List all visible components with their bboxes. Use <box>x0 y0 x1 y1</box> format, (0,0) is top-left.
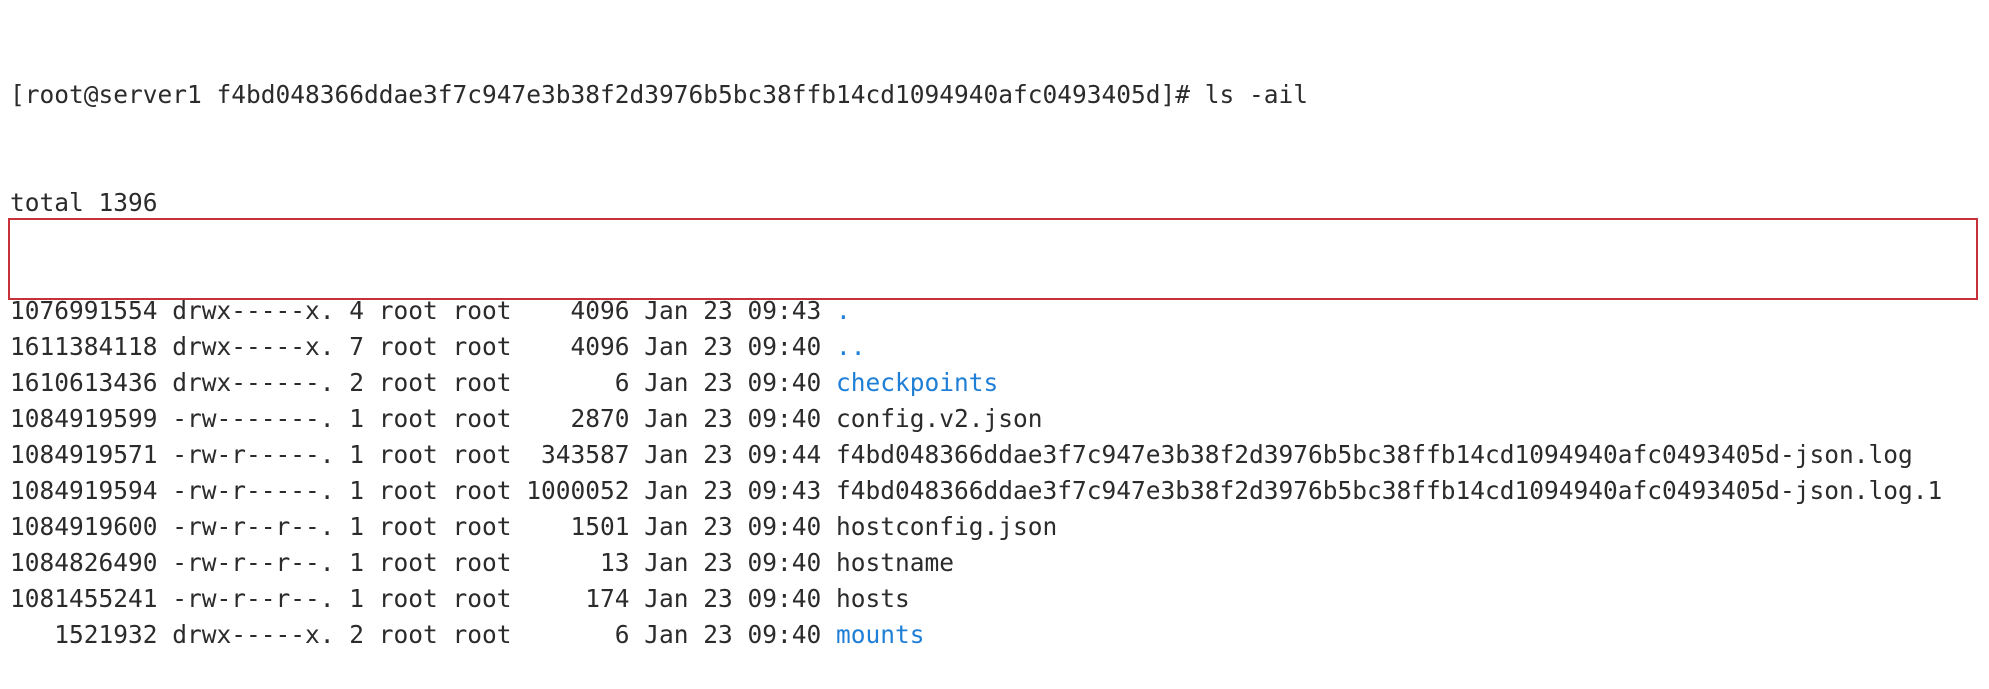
file-listing-row: 1611384118 drwx-----x. 7 root root 4096 … <box>10 329 1985 365</box>
file-metadata: 1076991554 drwx-----x. 4 root root 4096 … <box>10 296 837 325</box>
file-name: f4bd048366ddae3f7c947e3b38f2d3976b5bc38f… <box>836 440 1913 469</box>
file-listing-row: 1084919571 -rw-r-----. 1 root root 34358… <box>10 437 1985 473</box>
file-listing-row: 1076991554 drwx-----x. 4 root root 4096 … <box>10 293 1985 329</box>
file-metadata: 1084826490 -rw-r--r--. 1 root root 13 Ja… <box>10 548 837 577</box>
file-metadata: 1521932 drwx-----x. 2 root root 6 Jan 23… <box>10 620 837 649</box>
file-metadata: 1084919600 -rw-r--r--. 1 root root 1501 … <box>10 512 837 541</box>
command-prompt-line: [root@server1 f4bd048366ddae3f7c947e3b38… <box>10 80 1309 109</box>
file-name: hosts <box>836 584 910 613</box>
file-listing-row: 1084919599 -rw-------. 1 root root 2870 … <box>10 401 1985 437</box>
terminal-output: [root@server1 f4bd048366ddae3f7c947e3b38… <box>10 5 1985 689</box>
file-listing-row: 1084919594 -rw-r-----. 1 root root 10000… <box>10 473 1985 509</box>
directory-name: . <box>836 296 851 325</box>
file-metadata: 1081455241 -rw-r--r--. 1 root root 174 J… <box>10 584 837 613</box>
file-listing-row: 1084826490 -rw-r--r--. 1 root root 13 Ja… <box>10 545 1985 581</box>
file-name: f4bd048366ddae3f7c947e3b38f2d3976b5bc38f… <box>836 476 1943 505</box>
directory-name: .. <box>836 332 866 361</box>
directory-name: checkpoints <box>836 368 999 397</box>
file-name: hostconfig.json <box>836 512 1058 541</box>
directory-name: mounts <box>836 620 925 649</box>
file-listing-row: 1610613436 drwx------. 2 root root 6 Jan… <box>10 365 1985 401</box>
file-name: hostname <box>836 548 955 577</box>
file-metadata: 1084919599 -rw-------. 1 root root 2870 … <box>10 404 837 433</box>
file-metadata: 1084919594 -rw-r-----. 1 root root 10000… <box>10 476 837 505</box>
file-listing: 1076991554 drwx-----x. 4 root root 4096 … <box>10 293 1985 653</box>
total-line: total 1396 <box>10 188 158 217</box>
file-metadata: 1084919571 -rw-r-----. 1 root root 34358… <box>10 440 837 469</box>
file-name: config.v2.json <box>836 404 1043 433</box>
file-listing-row: 1084919600 -rw-r--r--. 1 root root 1501 … <box>10 509 1985 545</box>
file-metadata: 1610613436 drwx------. 2 root root 6 Jan… <box>10 368 837 397</box>
file-listing-row: 1521932 drwx-----x. 2 root root 6 Jan 23… <box>10 617 1985 653</box>
file-metadata: 1611384118 drwx-----x. 7 root root 4096 … <box>10 332 837 361</box>
file-listing-row: 1081455241 -rw-r--r--. 1 root root 174 J… <box>10 581 1985 617</box>
